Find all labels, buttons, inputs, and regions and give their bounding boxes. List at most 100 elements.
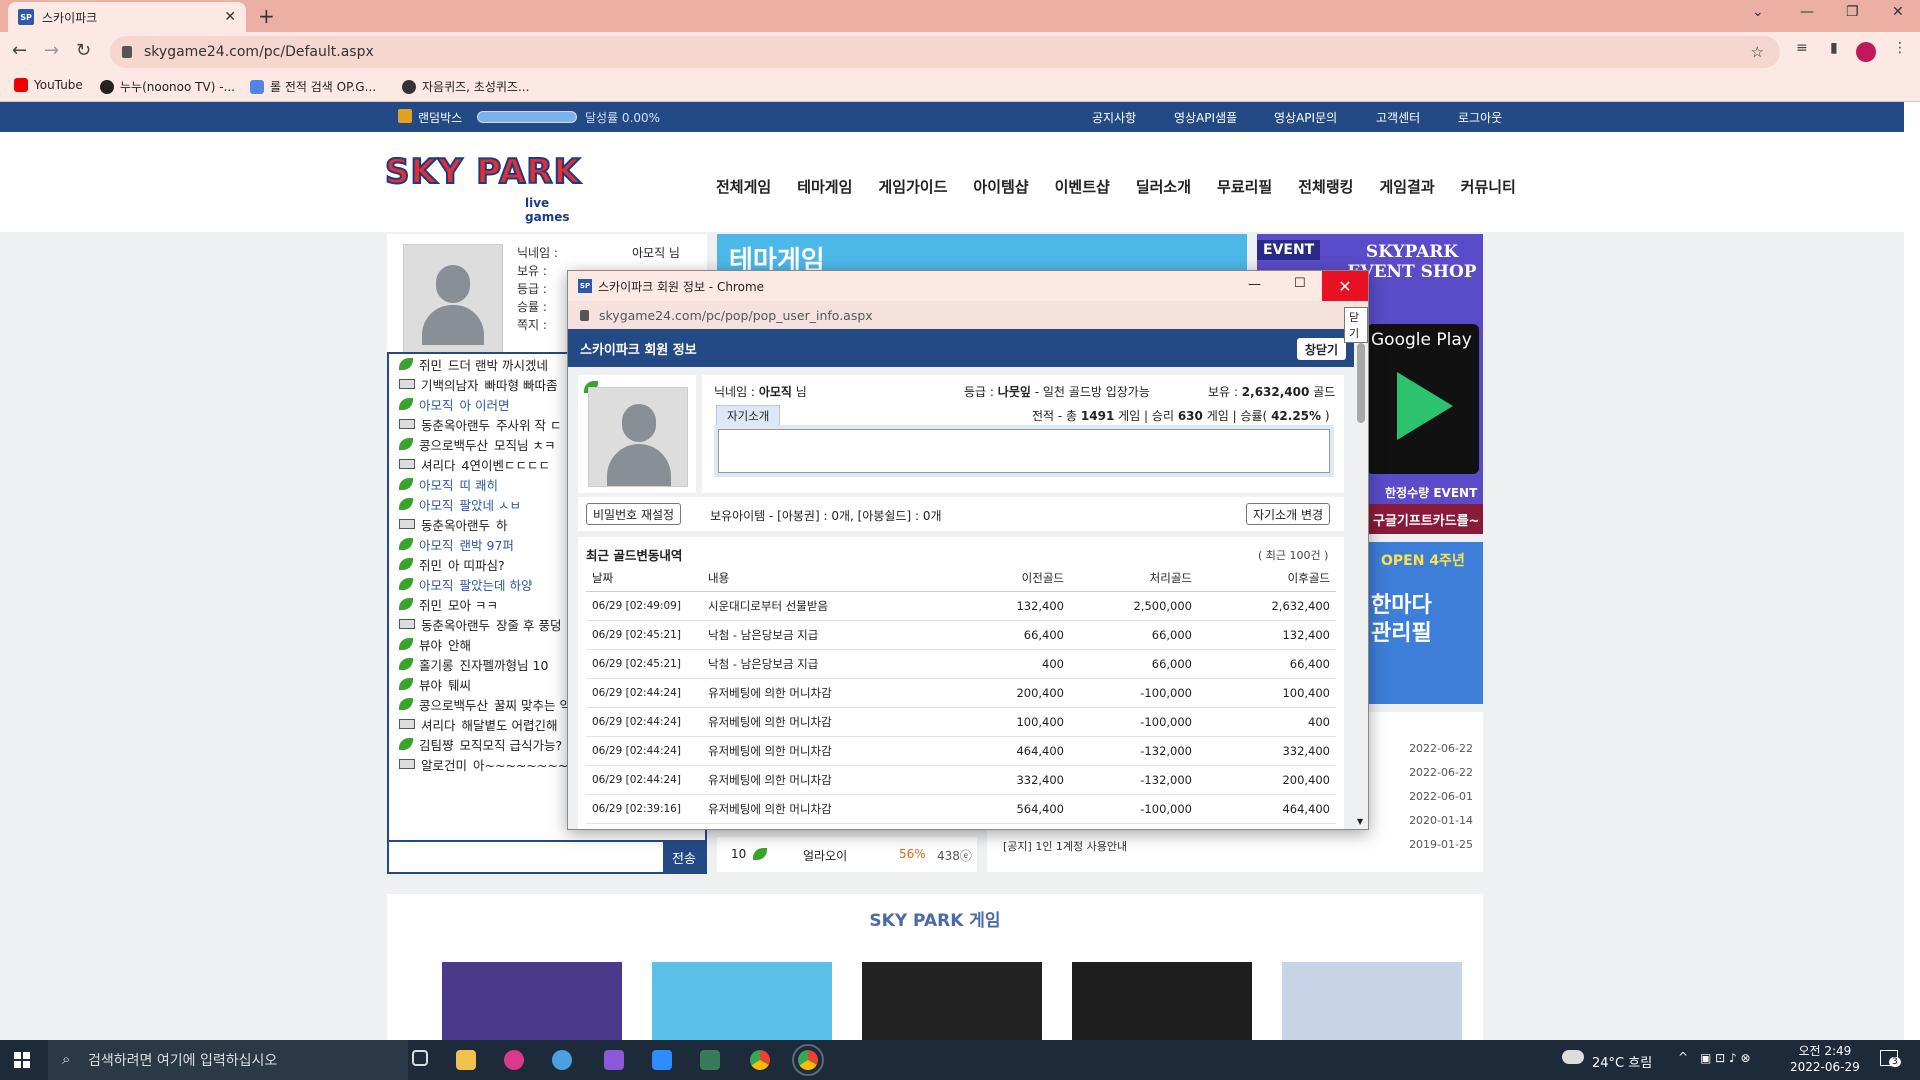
back-icon[interactable]: ←: [12, 40, 27, 61]
chat-user[interactable]: 뷰야: [419, 675, 442, 694]
nav-theme-games[interactable]: 테마게임: [797, 176, 852, 197]
tab-self-intro[interactable]: 자기소개: [716, 405, 781, 425]
bookmark-youtube[interactable]: YouTube: [14, 78, 83, 92]
new-tab-icon[interactable]: +: [258, 4, 275, 28]
chrome-icon[interactable]: [750, 1050, 770, 1070]
reading-list-icon[interactable]: ≡: [1796, 40, 1808, 56]
game-thumb[interactable]: [442, 962, 622, 1040]
popup-close-button[interactable]: 창닫기: [1296, 338, 1346, 360]
card-grade-icon: [399, 419, 415, 429]
chat-user[interactable]: 동춘옥아랜두: [421, 615, 490, 634]
nav-community[interactable]: 커뮤니티: [1461, 176, 1516, 197]
cell-content: 시운대디로부터 선물받음: [702, 591, 948, 621]
app-icon[interactable]: [604, 1050, 624, 1070]
reset-password-button[interactable]: 비밀번호 재설정: [586, 503, 682, 525]
chat-user[interactable]: 쥐민: [419, 355, 442, 374]
link-api-sample[interactable]: 영상API샘플: [1174, 109, 1237, 126]
chat-user[interactable]: 아모직: [419, 395, 454, 414]
chat-user[interactable]: 쥐민: [419, 555, 442, 574]
chrome-active-icon[interactable]: [792, 1044, 824, 1076]
clock[interactable]: 오전 2:49 2022-06-29: [1790, 1043, 1860, 1075]
menu-dots-icon[interactable]: ⋮: [1893, 40, 1907, 56]
close-tab-icon[interactable]: ✕: [224, 9, 236, 25]
ranking-row[interactable]: 10 얼라오이 56% 438ⓔ: [717, 837, 977, 872]
nav-game-guide[interactable]: 게임가이드: [878, 176, 947, 197]
bookmark-noonoo[interactable]: 누누(noonoo TV) -...: [100, 78, 235, 95]
chat-user[interactable]: 쥐민: [419, 595, 442, 614]
popup-minimize-icon[interactable]: —: [1248, 277, 1261, 292]
reload-icon[interactable]: ↻: [76, 40, 91, 61]
profile-avatar[interactable]: [1856, 42, 1876, 62]
link-notice[interactable]: 공지사항: [1092, 109, 1136, 126]
chat-input[interactable]: 전송: [387, 840, 707, 874]
tab-search-icon[interactable]: ⌄: [1752, 4, 1764, 20]
notifications-icon[interactable]: 3: [1880, 1050, 1901, 1067]
restore-icon[interactable]: ❐: [1846, 4, 1859, 20]
chat-user[interactable]: 콩으로백두산: [419, 435, 488, 454]
nav-all-games[interactable]: 전체게임: [716, 176, 771, 197]
windows-start-icon[interactable]: [14, 1052, 30, 1068]
link-support[interactable]: 고객센터: [1376, 109, 1420, 126]
chat-user[interactable]: 기백의남자: [421, 375, 479, 394]
tray-chevron-icon[interactable]: ^: [1678, 1050, 1688, 1064]
nav-dealers[interactable]: 딜러소개: [1136, 176, 1191, 197]
file-explorer-icon[interactable]: [456, 1050, 476, 1070]
nav-free-refill[interactable]: 무료리필: [1217, 176, 1272, 197]
popup-maximize-icon[interactable]: ☐: [1294, 276, 1306, 291]
popup-scrollbar[interactable]: ▲ ▼: [1354, 329, 1368, 829]
tray-icons[interactable]: ▣ ⊡ ♪ ⊗: [1700, 1051, 1751, 1065]
skypark-logo[interactable]: SKY PARK live games: [384, 144, 595, 224]
leaf-grade-icon: [399, 398, 413, 410]
weather-text[interactable]: 24°C 흐림: [1592, 1052, 1652, 1071]
nav-item-shop[interactable]: 아이템샵: [973, 176, 1028, 197]
zoom-icon[interactable]: [652, 1050, 672, 1070]
browser-tab[interactable]: SP 스카이파크 ✕: [8, 2, 246, 32]
app-icon[interactable]: [504, 1050, 524, 1070]
game-thumb[interactable]: [1282, 962, 1462, 1040]
anniversary-banner[interactable]: OPEN 4주년 한마다 관리필: [1367, 542, 1483, 704]
chat-user[interactable]: 아모직: [419, 475, 454, 494]
chat-user[interactable]: 김팀쨩: [419, 735, 454, 754]
scroll-down-icon[interactable]: ▼: [1357, 817, 1363, 826]
random-box-label[interactable]: 랜덤박스: [418, 109, 462, 126]
chat-user[interactable]: 셔리다: [421, 715, 456, 734]
chat-user[interactable]: 아모직: [419, 575, 454, 594]
bookmark-quiz[interactable]: 자음퀴즈, 초성퀴즈...: [402, 78, 529, 95]
game-thumb[interactable]: [1072, 962, 1252, 1040]
chat-user[interactable]: 알로건미: [421, 755, 467, 774]
chat-user[interactable]: 아모직: [419, 535, 454, 554]
chat-user[interactable]: 아모직: [419, 495, 454, 514]
chat-user[interactable]: 홀기롱: [419, 655, 454, 674]
bookmark-star-icon[interactable]: ☆: [1751, 43, 1764, 61]
app-icon[interactable]: [552, 1050, 572, 1070]
link-api-inquiry[interactable]: 영상API문의: [1274, 109, 1337, 126]
popup-scroll-thumb[interactable]: [1357, 343, 1365, 423]
side-panel-icon[interactable]: ▮: [1830, 40, 1838, 56]
chat-user[interactable]: 뷰야: [419, 635, 442, 654]
minimize-icon[interactable]: —: [1800, 4, 1814, 20]
bookmark-opgg[interactable]: 롤 전적 검색 OP.G...: [250, 78, 376, 95]
nav-game-results[interactable]: 게임결과: [1379, 176, 1434, 197]
chat-user[interactable]: 동춘옥아랜두: [421, 515, 490, 534]
game-thumb[interactable]: [652, 962, 832, 1040]
nav-event-shop[interactable]: 이벤트샵: [1055, 176, 1110, 197]
self-intro-text[interactable]: [718, 429, 1330, 473]
task-view-icon[interactable]: [412, 1050, 428, 1066]
chat-user[interactable]: 셔리다: [421, 455, 456, 474]
taskbar-search[interactable]: ⌕ 검색하려면 여기에 입력하십시오: [48, 1040, 408, 1080]
change-intro-button[interactable]: 자기소개 변경: [1246, 503, 1331, 525]
popup-close-icon[interactable]: ✕: [1322, 271, 1368, 301]
chat-user[interactable]: 콩으로백두산: [419, 695, 488, 714]
nav-ranking[interactable]: 전체랭킹: [1298, 176, 1353, 197]
forward-icon[interactable]: →: [44, 40, 59, 61]
app-icon[interactable]: [700, 1050, 720, 1070]
theme-game-banner[interactable]: 테마게임: [717, 234, 1247, 274]
notice-row[interactable]: [공지] 1인 1계정 사용안내 2019-01-25: [1003, 838, 1473, 862]
link-logout[interactable]: 로그아웃: [1458, 109, 1502, 126]
chat-user[interactable]: 동춘옥아랜두: [421, 415, 490, 434]
close-window-icon[interactable]: ✕: [1892, 4, 1904, 20]
url-bar[interactable]: skygame24.com/pc/Default.aspx ☆: [110, 36, 1780, 68]
game-thumb[interactable]: [862, 962, 1042, 1040]
popup-url-bar[interactable]: skygame24.com/pc/pop/pop_user_info.aspx: [568, 301, 1368, 329]
chat-send-button[interactable]: 전송: [663, 842, 705, 872]
